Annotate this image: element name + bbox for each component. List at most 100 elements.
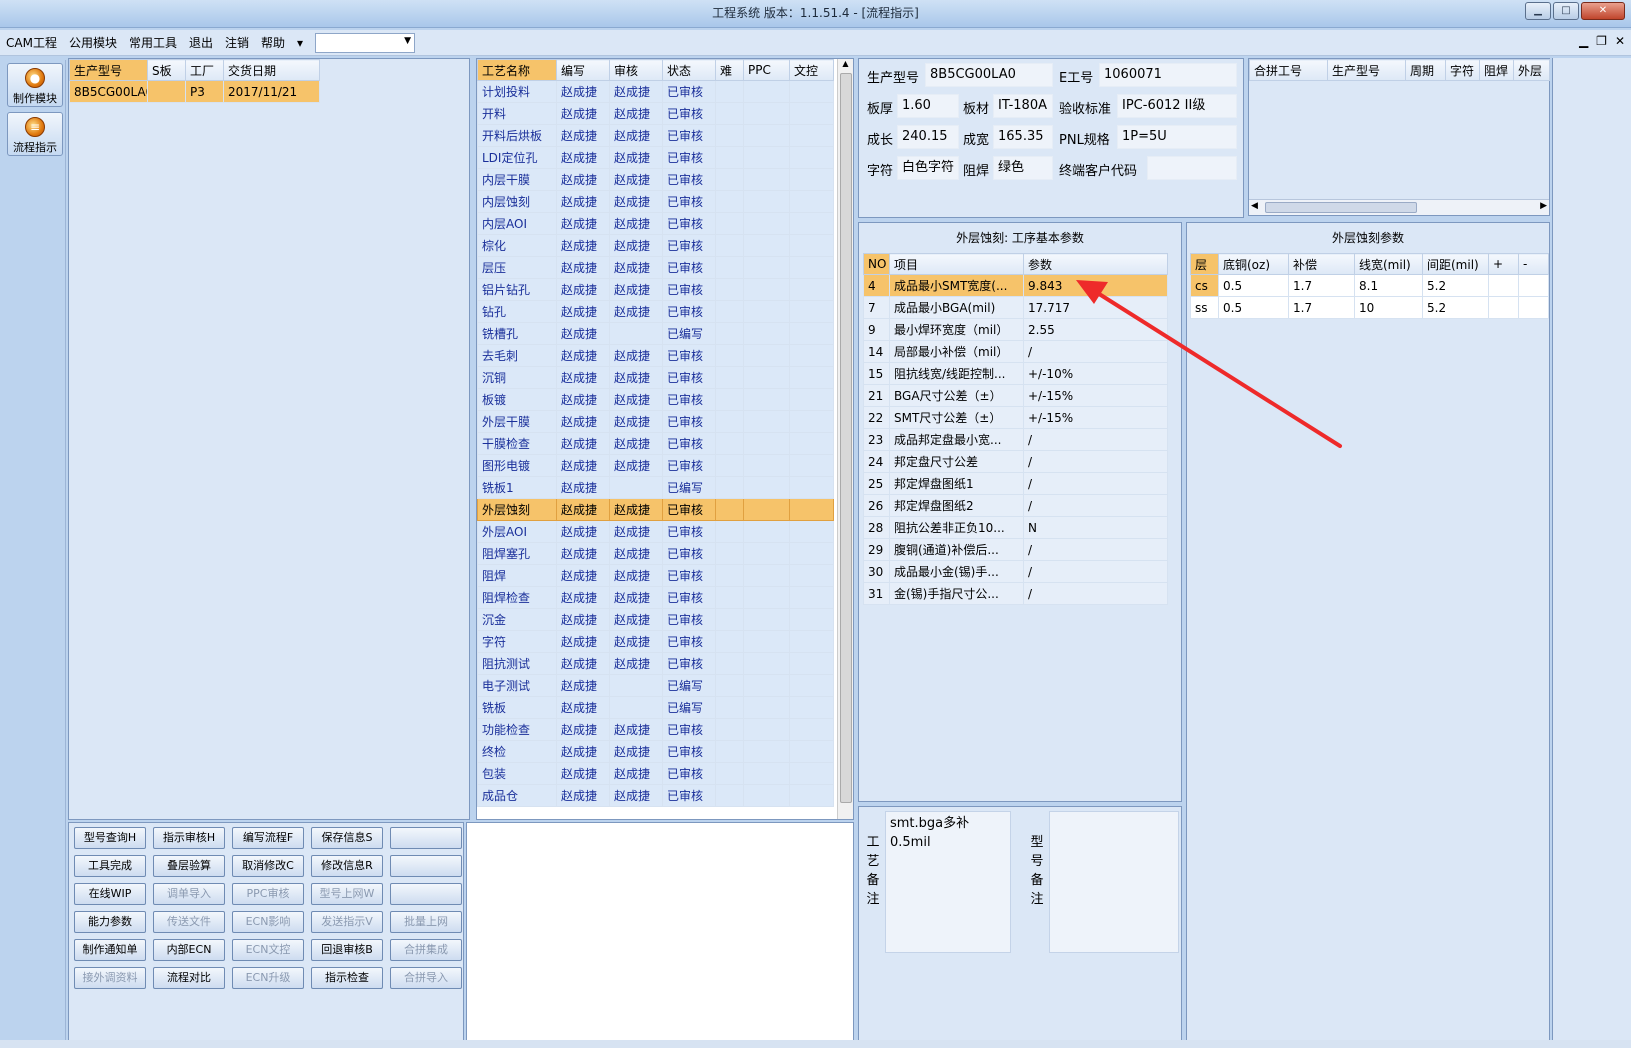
table-row[interactable]: 板镀 赵成捷 赵成捷 已审核 [477,388,834,411]
table-row[interactable]: 8B5CG00LA0 P3 2017/11/21 [69,80,320,103]
table-row[interactable]: 内层干膜 赵成捷 赵成捷 已审核 [477,168,834,191]
col-header[interactable]: 文控 [789,59,834,81]
table-row[interactable]: 铣板1 赵成捷 已编写 [477,476,834,499]
table-row[interactable]: 24 邦定盘尺寸公差 / [863,450,1168,473]
action-button[interactable]: 型号上网W [311,883,383,905]
maximize-button[interactable]: □ [1553,2,1579,20]
action-button[interactable]: 指示审核H [153,827,225,849]
col-header[interactable]: S板 [147,59,186,81]
table-row[interactable]: 外层AOI 赵成捷 赵成捷 已审核 [477,520,834,543]
flow-guide-button[interactable]: ≡ 流程指示 [7,112,63,156]
col-header[interactable]: 字符 [1445,59,1480,81]
thick-field[interactable]: 1.60 [897,94,959,118]
table-row[interactable]: 沉金 赵成捷 赵成捷 已审核 [477,608,834,631]
make-module-button[interactable]: ● 制作模块 [7,63,63,107]
col-header[interactable]: 交货日期 [223,59,320,81]
table-row[interactable]: 字符 赵成捷 赵成捷 已审核 [477,630,834,653]
table-row[interactable]: 层压 赵成捷 赵成捷 已审核 [477,256,834,279]
menu-cam[interactable]: CAM工程 [0,30,63,56]
col-header[interactable]: 外层 [1513,59,1550,81]
pnl-field[interactable]: 1P=5U [1117,125,1237,149]
col-header[interactable]: 合拼工号 [1249,59,1328,81]
scroll-thumb[interactable] [1265,202,1417,213]
col-header[interactable]: 状态 [662,59,716,81]
action-button[interactable]: 工具完成 [74,855,146,877]
table-row[interactable]: 28 阻抗公差非正负10... N [863,516,1168,539]
action-button[interactable]: 指示检查 [311,967,383,989]
scroll-thumb[interactable] [840,73,852,803]
table-row[interactable]: 31 金(锡)手指尺寸公... / [863,582,1168,605]
mask-field[interactable]: 绿色 [993,156,1053,180]
col-header[interactable]: 难 [715,59,744,81]
table-row[interactable]: 29 腹铜(通道)补偿后... / [863,538,1168,561]
action-button[interactable]: 保存信息S [311,827,383,849]
table-row[interactable]: 4 成品最小SMT宽度(... 9.843 [863,274,1168,297]
action-button[interactable]: 修改信息R [311,855,383,877]
table-row[interactable]: 外层干膜 赵成捷 赵成捷 已审核 [477,410,834,433]
col-header[interactable]: 生产型号 [1327,59,1406,81]
table-row[interactable]: 阻焊塞孔 赵成捷 赵成捷 已审核 [477,542,834,565]
table-row[interactable]: 终检 赵成捷 赵成捷 已审核 [477,740,834,763]
col-header[interactable]: 参数 [1023,253,1168,275]
table-row[interactable]: 阻抗测试 赵成捷 赵成捷 已审核 [477,652,834,675]
toolbar-combo[interactable]: ▼ [315,32,416,53]
table-row[interactable]: 7 成品最小BGA(mil) 17.717 [863,296,1168,319]
action-button[interactable]: 叠层验算 [153,855,225,877]
action-button[interactable]: 批量上网 [390,911,462,933]
table-row[interactable]: cs 0.5 1.7 8.1 5.2 [1190,274,1549,297]
chevron-down-icon[interactable]: ▾ [291,30,309,56]
table-row[interactable]: 棕化 赵成捷 赵成捷 已审核 [477,234,834,257]
merge-hscrollbar[interactable]: ◀ ▶ [1249,199,1549,215]
proc-remark-text[interactable]: smt.bga多补 0.5mil [885,811,1011,953]
action-button[interactable]: 编写流程F [232,827,304,849]
action-button[interactable]: 流程对比 [153,967,225,989]
table-row[interactable]: 23 成品邦定盘最小宽... / [863,428,1168,451]
table-row[interactable]: 钻孔 赵成捷 赵成捷 已审核 [477,300,834,323]
col-header[interactable]: 间距(mil) [1422,253,1489,275]
menu-tools[interactable]: 常用工具 [123,30,183,56]
action-button[interactable]: 回退审核B [311,939,383,961]
col-header[interactable]: 层 [1190,253,1219,275]
action-button[interactable]: 接外调资料 [74,967,146,989]
col-header[interactable]: NO [863,253,890,275]
menu-logout[interactable]: 注销 [219,30,255,56]
table-row[interactable]: LDI定位孔 赵成捷 赵成捷 已审核 [477,146,834,169]
material-field[interactable]: IT-180A [993,94,1053,118]
action-button[interactable]: 在线WIP [74,883,146,905]
col-header[interactable]: 线宽(mil) [1354,253,1423,275]
table-row[interactable]: 15 阻抗线宽/线距控制... +/-10% [863,362,1168,385]
action-button[interactable]: 能力参数 [74,911,146,933]
action-button[interactable]: 发送指示V [311,911,383,933]
table-row[interactable]: 沉铜 赵成捷 赵成捷 已审核 [477,366,834,389]
len-field[interactable]: 240.15 [897,125,959,149]
table-row[interactable]: ss 0.5 1.7 10 5.2 [1190,296,1549,319]
table-row[interactable]: 开料 赵成捷 赵成捷 已审核 [477,102,834,125]
action-button[interactable]: 取消修改C [232,855,304,877]
table-row[interactable]: 内层AOI 赵成捷 赵成捷 已审核 [477,212,834,235]
table-row[interactable]: 图形电镀 赵成捷 赵成捷 已审核 [477,454,834,477]
table-row[interactable]: 成品仓 赵成捷 赵成捷 已审核 [477,784,834,807]
menu-help[interactable]: 帮助 [255,30,291,56]
col-header[interactable]: + [1488,253,1519,275]
action-button[interactable]: PPC审核 [232,883,304,905]
table-row[interactable]: 30 成品最小金(锡)手... / [863,560,1168,583]
table-row[interactable]: 25 邦定焊盘图纸1/ [863,472,1168,495]
cust-field[interactable] [1147,156,1237,180]
table-row[interactable]: 功能检查 赵成捷 赵成捷 已审核 [477,718,834,741]
table-row[interactable]: 22 SMT尺寸公差（±） +/-15% [863,406,1168,429]
table-row[interactable]: 阻焊 赵成捷 赵成捷 已审核 [477,564,834,587]
scroll-up-icon[interactable]: ▲ [838,59,853,68]
col-header[interactable]: 底铜(oz) [1218,253,1289,275]
table-row[interactable]: 21 BGA尺寸公差（±） +/-15% [863,384,1168,407]
action-button[interactable] [390,855,462,877]
col-header[interactable]: - [1518,253,1549,275]
action-button[interactable]: ECN文控 [232,939,304,961]
action-button[interactable]: 内部ECN [153,939,225,961]
action-button[interactable]: 传送文件 [153,911,225,933]
table-row[interactable]: 铣槽孔 赵成捷 已编写 [477,322,834,345]
model-remark-text[interactable] [1049,811,1179,953]
menu-exit[interactable]: 退出 [183,30,219,56]
table-row[interactable]: 开料后烘板 赵成捷 赵成捷 已审核 [477,124,834,147]
action-button[interactable]: 合拼集成 [390,939,462,961]
std-field[interactable]: IPC-6012 II级 [1117,94,1237,118]
